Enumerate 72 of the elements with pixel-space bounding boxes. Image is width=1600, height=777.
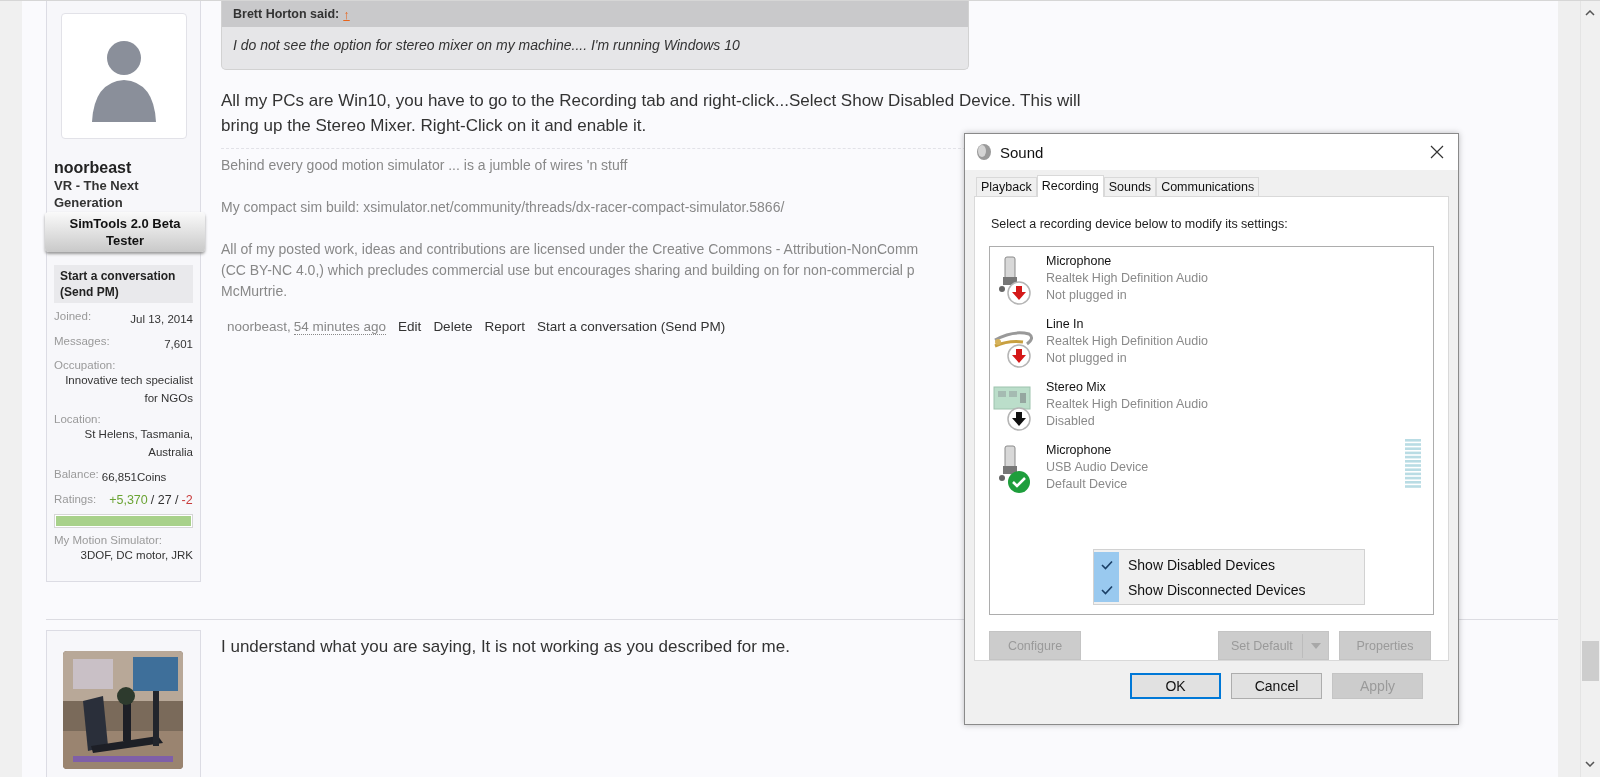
post-action-link[interactable]: Edit bbox=[398, 319, 422, 335]
message-text: I understand what you are saying, It is not working as you described for me. bbox=[221, 636, 790, 658]
rating-value: +5,370 bbox=[109, 493, 148, 507]
send-pm-link[interactable]: Start a conversation (Send PM) bbox=[54, 265, 193, 303]
device-item[interactable]: Microphone Realtek High Definition Audio Not plugged in bbox=[990, 253, 1433, 316]
device-driver: Realtek High Definition Audio bbox=[1046, 333, 1209, 350]
username[interactable]: noorbeast bbox=[54, 159, 193, 177]
device-item[interactable]: Line In Realtek High Definition Audio Not plugged in bbox=[990, 316, 1433, 379]
signature-text: McMurtrie. bbox=[221, 282, 288, 301]
level-meter-icon bbox=[1405, 439, 1421, 489]
close-icon[interactable] bbox=[1430, 145, 1444, 159]
stat-label: Messages: bbox=[54, 335, 110, 349]
stat-label: My Motion Simulator: bbox=[54, 534, 163, 546]
check-icon bbox=[1100, 559, 1113, 570]
rating-value: -2 bbox=[181, 493, 193, 507]
user-banner: SimTools 2.0 Beta Tester bbox=[45, 212, 205, 252]
post-action-link[interactable]: Delete bbox=[433, 319, 473, 335]
scroll-up-icon[interactable] bbox=[1585, 10, 1595, 16]
device-item[interactable]: Microphone USB Audio Device Default Device bbox=[990, 442, 1433, 505]
dialog-button[interactable]: Cancel bbox=[1231, 673, 1322, 699]
post-action-link[interactable]: Start a conversation (Send PM) bbox=[536, 319, 726, 335]
signature-text: My compact sim build: xsimulator.net/community/threads/dx-racer-compact-simulator.5866/ bbox=[221, 198, 785, 217]
menu-item[interactable]: Show Disabled Devices bbox=[1094, 552, 1364, 577]
device-status: Not plugged in bbox=[1046, 287, 1128, 304]
rating-value: / 27 / bbox=[150, 493, 179, 507]
tab[interactable]: Recording bbox=[1036, 175, 1104, 197]
menu-item-label: Show Disabled Devices bbox=[1128, 556, 1276, 573]
post-time[interactable]: 54 minutes ago bbox=[293, 319, 387, 335]
stat-value: 7,601 bbox=[164, 337, 193, 352]
stat-value: 3DOF, DC motor, JRK bbox=[79, 548, 193, 563]
stat-label: Location: bbox=[54, 413, 102, 425]
instruction-text: Select a recording device below to modify its settings: bbox=[991, 217, 1289, 231]
device-name: Microphone bbox=[1046, 253, 1113, 270]
device-name: Microphone bbox=[1046, 442, 1113, 459]
stat-value: Innovative tech specialist for NGOs bbox=[64, 373, 193, 406]
device-driver: Realtek High Definition Audio bbox=[1046, 396, 1209, 413]
signature-text: (CC BY-NC 4.0,) which precludes commercial use but encourages sharing and building on for non-commercial p bbox=[221, 261, 915, 280]
dialog-button[interactable]: OK bbox=[1130, 673, 1221, 699]
device-driver: USB Audio Device bbox=[1046, 459, 1150, 476]
scroll-thumb[interactable] bbox=[1582, 641, 1599, 681]
scroll-down-icon[interactable] bbox=[1585, 761, 1595, 767]
stat-value: St Helens, Tasmania, Australia bbox=[83, 427, 193, 460]
device-driver: Realtek High Definition Audio bbox=[1046, 270, 1209, 287]
signature-text: All of my posted work, ideas and contributions are licensed under the Creative Commons - Attribution-NonComm bbox=[221, 240, 919, 259]
signature-text: Behind every good motion simulator ... is a jumble of wires 'n stuff bbox=[221, 156, 628, 175]
quote-text: I do not see the option for stereo mixer on my machine.... I'm running Windows 10 bbox=[232, 36, 741, 55]
avatar-icon[interactable] bbox=[60, 13, 187, 139]
quote-author: Brett Horton said: bbox=[233, 7, 340, 21]
message-text: All my PCs are Win10, you have to go to the Recording tab and right-click...Select Show Disabled Device. This will bring up the Stereo Mixer. Right-Click on it and enable it. bbox=[221, 90, 1082, 137]
window-title: Sound bbox=[1000, 143, 1045, 161]
menu-item[interactable]: Show Disconnected Devices bbox=[1094, 577, 1364, 602]
post-action-link[interactable]: Report bbox=[484, 319, 525, 335]
device-name: Stereo Mix bbox=[1046, 379, 1107, 396]
device-status: Disabled bbox=[1046, 413, 1096, 430]
stat-value: Jul 13, 2014 bbox=[130, 312, 193, 327]
device-status: Not plugged in bbox=[1046, 350, 1128, 367]
device-name: Line In bbox=[1046, 316, 1085, 333]
stat-label: Occupation: bbox=[54, 359, 117, 371]
device-item[interactable]: Stereo Mix Realtek High Definition Audio Disabled bbox=[990, 379, 1433, 442]
stat-label: Ratings: bbox=[54, 493, 97, 507]
user-title: VR - The Next Generation bbox=[54, 177, 140, 211]
menu-item-label: Show Disconnected Devices bbox=[1128, 581, 1306, 598]
tab[interactable]: Communications bbox=[1156, 177, 1260, 196]
tab[interactable]: Playback bbox=[976, 177, 1037, 196]
post-author-link[interactable]: noorbeast, bbox=[227, 319, 291, 335]
tab[interactable]: Sounds bbox=[1103, 177, 1157, 196]
device-status: Default Device bbox=[1046, 476, 1129, 493]
stat-value: 66,851Coins bbox=[101, 470, 167, 485]
check-icon bbox=[1100, 584, 1113, 595]
stat-label: Balance: bbox=[54, 468, 99, 482]
speaker-icon bbox=[976, 143, 992, 161]
stat-label: Joined: bbox=[54, 310, 92, 324]
